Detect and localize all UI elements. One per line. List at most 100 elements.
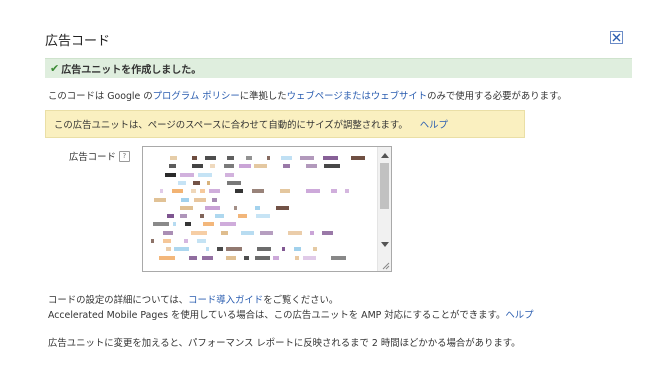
blurred-code-fragment [180,172,194,177]
info-help-link[interactable]: ヘルプ [420,117,448,131]
webpage-link[interactable]: ウェブページまたはウェブサイト [287,91,427,102]
blurred-code-fragment [193,180,200,185]
blurred-code-fragment [153,222,169,227]
blurred-code-fragment [189,255,197,260]
help-icon[interactable]: ? [118,150,130,162]
blurred-code-fragment [273,255,279,260]
guide-prefix: コードの設定の詳細については、 [48,295,189,306]
blurred-code-fragment [160,189,163,194]
blurred-code-fragment [310,230,314,235]
blurred-code-fragment [254,164,267,169]
blurred-code-fragment [288,230,302,235]
ad-code-textarea[interactable] [142,146,392,272]
blurred-code-fragment [224,164,234,169]
blurred-code-fragment [209,189,220,194]
blurred-code-fragment [163,239,171,243]
blurred-code-fragment [300,156,314,160]
blurred-code-fragment [163,230,173,235]
blurred-code-fragment [238,214,247,219]
blurred-code-fragment [281,156,292,160]
blurred-code-fragment [324,164,340,169]
amp-notice: Accelerated Mobile Pages を使用している場合は、この広告… [48,307,533,321]
blurred-code-fragment [180,214,187,219]
blurred-code-fragment [295,255,299,260]
blurred-code-fragment [174,247,189,252]
blurred-code-fragment [226,247,242,252]
blurred-code-fragment [306,189,320,194]
code-field-label: 広告コード ? [69,149,130,163]
policy-notice: このコードは Google のプログラム ポリシーに準拠したウェブページまたはウ… [48,88,567,102]
code-guide-link[interactable]: コード導入ガイド [188,295,263,306]
blurred-code-fragment [180,205,193,210]
blurred-code-fragment [169,164,176,169]
blurred-code-fragment [165,172,176,177]
blurred-code-fragment [239,164,251,169]
blurred-code-fragment [234,205,237,210]
blurred-code-fragment [323,156,338,160]
blurred-code-fragment [173,222,176,227]
blurred-code-fragment [303,255,316,260]
blurred-code-fragment [207,180,210,185]
blurred-code-fragment [227,180,241,185]
blurred-code-fragment [255,205,260,210]
scroll-thumb[interactable] [380,163,389,209]
policy-suffix: のみで使用する必要があります。 [427,91,567,102]
blurred-code-fragment [191,189,196,194]
blurred-code-fragment [203,222,214,227]
blurred-code-fragment [280,189,290,194]
blurred-code-fragment [217,247,223,252]
info-text: この広告ユニットは、ページのスペースに合わせて自動的にサイズが調整されます。 [54,120,408,131]
blurred-code-fragment [241,230,254,235]
program-policy-link[interactable]: プログラム ポリシー [153,91,240,102]
scroll-down-icon[interactable] [381,242,389,247]
resize-grip-icon[interactable] [380,260,390,270]
policy-middle: に準拠した [239,91,287,102]
blurred-code-fragment [202,255,213,260]
blurred-code-fragment [306,164,317,169]
blurred-code-fragment [227,156,234,160]
dialog-title: 広告コード [45,34,111,49]
blurred-code-fragment [276,205,289,210]
blurred-code-fragment [154,197,166,202]
close-icon[interactable] [610,31,623,44]
blurred-code-fragment [197,239,206,243]
blurred-code-fragment [205,205,220,210]
ad-code-content[interactable] [143,147,377,271]
policy-prefix: このコードは Google の [48,91,153,102]
guide-notice: コードの設定の詳細については、コード導入ガイドをご覧ください。 [48,292,338,306]
blurred-code-fragment [200,189,205,194]
blurred-code-fragment [192,156,197,160]
code-scrollbar[interactable] [377,147,391,271]
blurred-code-fragment [167,214,174,219]
blurred-code-fragment [260,230,273,235]
blurred-code-fragment [166,247,171,252]
blurred-code-fragment [192,164,203,169]
blurred-code-fragment [267,156,270,160]
blurred-code-fragment [282,247,285,252]
blurred-code-fragment [257,247,271,252]
blurred-code-fragment [256,214,270,219]
scroll-up-icon[interactable] [381,153,389,158]
blurred-code-fragment [221,230,228,235]
blurred-code-fragment [194,197,206,202]
blurred-code-fragment [210,164,215,169]
blurred-code-fragment [294,247,301,252]
blurred-code-fragment [215,214,224,219]
amp-help-link[interactable]: ヘルプ [505,310,533,321]
blurred-code-fragment [184,239,188,243]
blurred-code-fragment [159,255,175,260]
blurred-code-fragment [178,180,186,185]
blurred-code-fragment [331,255,346,260]
blurred-code-fragment [351,156,365,160]
blurred-code-fragment [181,197,189,202]
blurred-code-fragment [198,172,212,177]
check-icon: ✔ [50,62,60,75]
blurred-code-fragment [200,214,204,219]
blurred-code-fragment [255,255,270,260]
blurred-code-fragment [225,172,234,177]
blurred-code-fragment [244,255,249,260]
auto-size-info-box: この広告ユニットは、ページのスペースに合わせて自動的にサイズが調整されます。 ヘ… [45,110,525,138]
blurred-code-fragment [191,230,207,235]
code-label-text: 広告コード [69,152,116,163]
success-banner: ✔ 広告ユニットを作成しました。 [45,58,632,78]
